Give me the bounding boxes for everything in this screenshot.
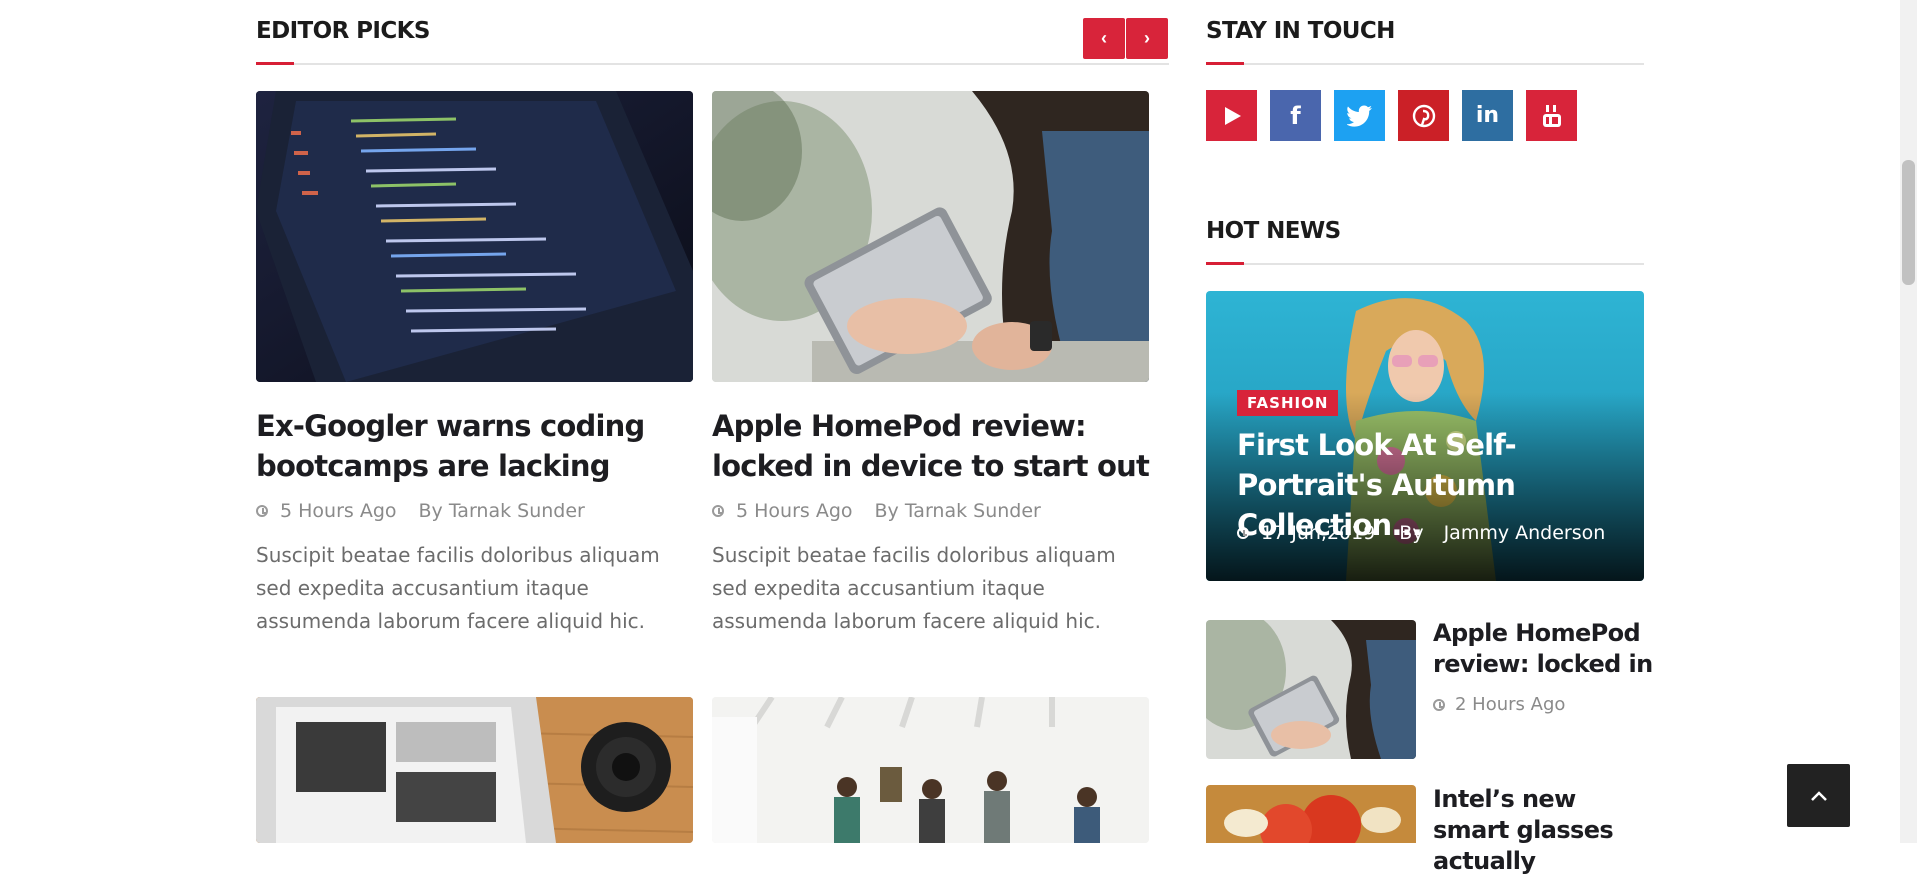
prev-button[interactable]: ‹: [1083, 18, 1125, 59]
facebook-icon: f: [1290, 101, 1301, 130]
hot-news-thumb[interactable]: [1206, 620, 1416, 759]
clock-icon: [1433, 698, 1445, 711]
card-excerpt: Suscipit beatae facilis doloribus aliqua…: [712, 543, 1116, 633]
hot-news-item-time: 2 Hours Ago: [1455, 694, 1566, 715]
clock-icon: [1237, 527, 1249, 539]
youtube-social-button[interactable]: [1526, 90, 1577, 141]
page-scrollbar[interactable]: [1900, 0, 1917, 843]
section-accent: [1206, 262, 1244, 265]
hot-news-thumb[interactable]: [1206, 785, 1416, 843]
photography-laptop-illustration: [256, 697, 693, 843]
card-author[interactable]: By Tarnak Sunder: [419, 500, 585, 522]
hot-news-hero[interactable]: FASHION First Look At Self-Portrait's Au…: [1206, 291, 1644, 581]
hot-news-item-title[interactable]: Intel’s new smart glasses actually: [1433, 784, 1653, 877]
card-meta: 5 Hours Ago By Tarnak Sunder: [712, 500, 1041, 522]
hot-news-item-meta: 2 Hours Ago: [1433, 694, 1565, 715]
hero-meta: 17 Jun,2019 By Jammy Anderson: [1237, 522, 1605, 544]
section-accent: [256, 62, 294, 65]
back-to-top-button[interactable]: [1787, 764, 1850, 827]
stay-in-touch-title: STAY IN TOUCH: [1206, 18, 1395, 44]
section-divider: [1206, 63, 1644, 65]
youtube-icon: [1542, 104, 1561, 127]
pinterest-icon: [1412, 104, 1435, 127]
linkedin-social-button[interactable]: in: [1462, 90, 1513, 141]
pinterest-social-button[interactable]: [1398, 90, 1449, 141]
scrollbar-thumb[interactable]: [1902, 160, 1915, 285]
hero-by: By: [1399, 522, 1424, 544]
hot-news-title: HOT NEWS: [1206, 218, 1341, 244]
hero-author[interactable]: Jammy Anderson: [1444, 522, 1606, 544]
card-excerpt: Suscipit beatae facilis doloribus aliqua…: [256, 543, 660, 633]
office-team-illustration: [712, 697, 1149, 843]
tablet-thumb-illustration: [1206, 620, 1416, 759]
play-icon: [1224, 106, 1241, 125]
twitter-icon: [1346, 105, 1372, 127]
section-divider: [256, 63, 1169, 65]
fashion-badge[interactable]: FASHION: [1237, 390, 1339, 416]
hero-date: 17 Jun,2019: [1261, 522, 1376, 544]
section-divider: [1206, 263, 1644, 265]
twitter-social-button[interactable]: [1334, 90, 1385, 141]
chevron-up-icon: [1810, 790, 1827, 801]
play-social-button[interactable]: [1206, 90, 1257, 141]
clock-icon: [712, 505, 724, 517]
card-meta: 5 Hours Ago By Tarnak Sunder: [256, 500, 585, 522]
card-time: 5 Hours Ago: [280, 500, 397, 522]
card-title[interactable]: Ex-Googler warns coding bootcamps are la…: [256, 406, 696, 486]
card-title[interactable]: Apple HomePod review: locked in device t…: [712, 406, 1152, 486]
card-image-tablet[interactable]: [712, 91, 1149, 382]
linkedin-icon: in: [1475, 103, 1500, 128]
card-image-photography-laptop[interactable]: [256, 697, 693, 843]
section-accent: [1206, 62, 1244, 65]
card-time: 5 Hours Ago: [736, 500, 853, 522]
card-image-office-team[interactable]: [712, 697, 1149, 843]
card-image-code-laptop[interactable]: [256, 91, 693, 382]
card-author[interactable]: By Tarnak Sunder: [875, 500, 1041, 522]
editor-picks-title: EDITOR PICKS: [256, 18, 430, 44]
next-button[interactable]: ›: [1126, 18, 1168, 59]
pizza-thumb-illustration: [1206, 785, 1416, 843]
hot-news-item-title[interactable]: Apple HomePod review: locked in: [1433, 618, 1653, 680]
badge-label: FASHION: [1237, 390, 1339, 416]
laptop-code-illustration: [256, 91, 693, 382]
clock-icon: [256, 505, 268, 517]
facebook-social-button[interactable]: f: [1270, 90, 1321, 141]
tablet-photo-illustration: [712, 91, 1149, 382]
